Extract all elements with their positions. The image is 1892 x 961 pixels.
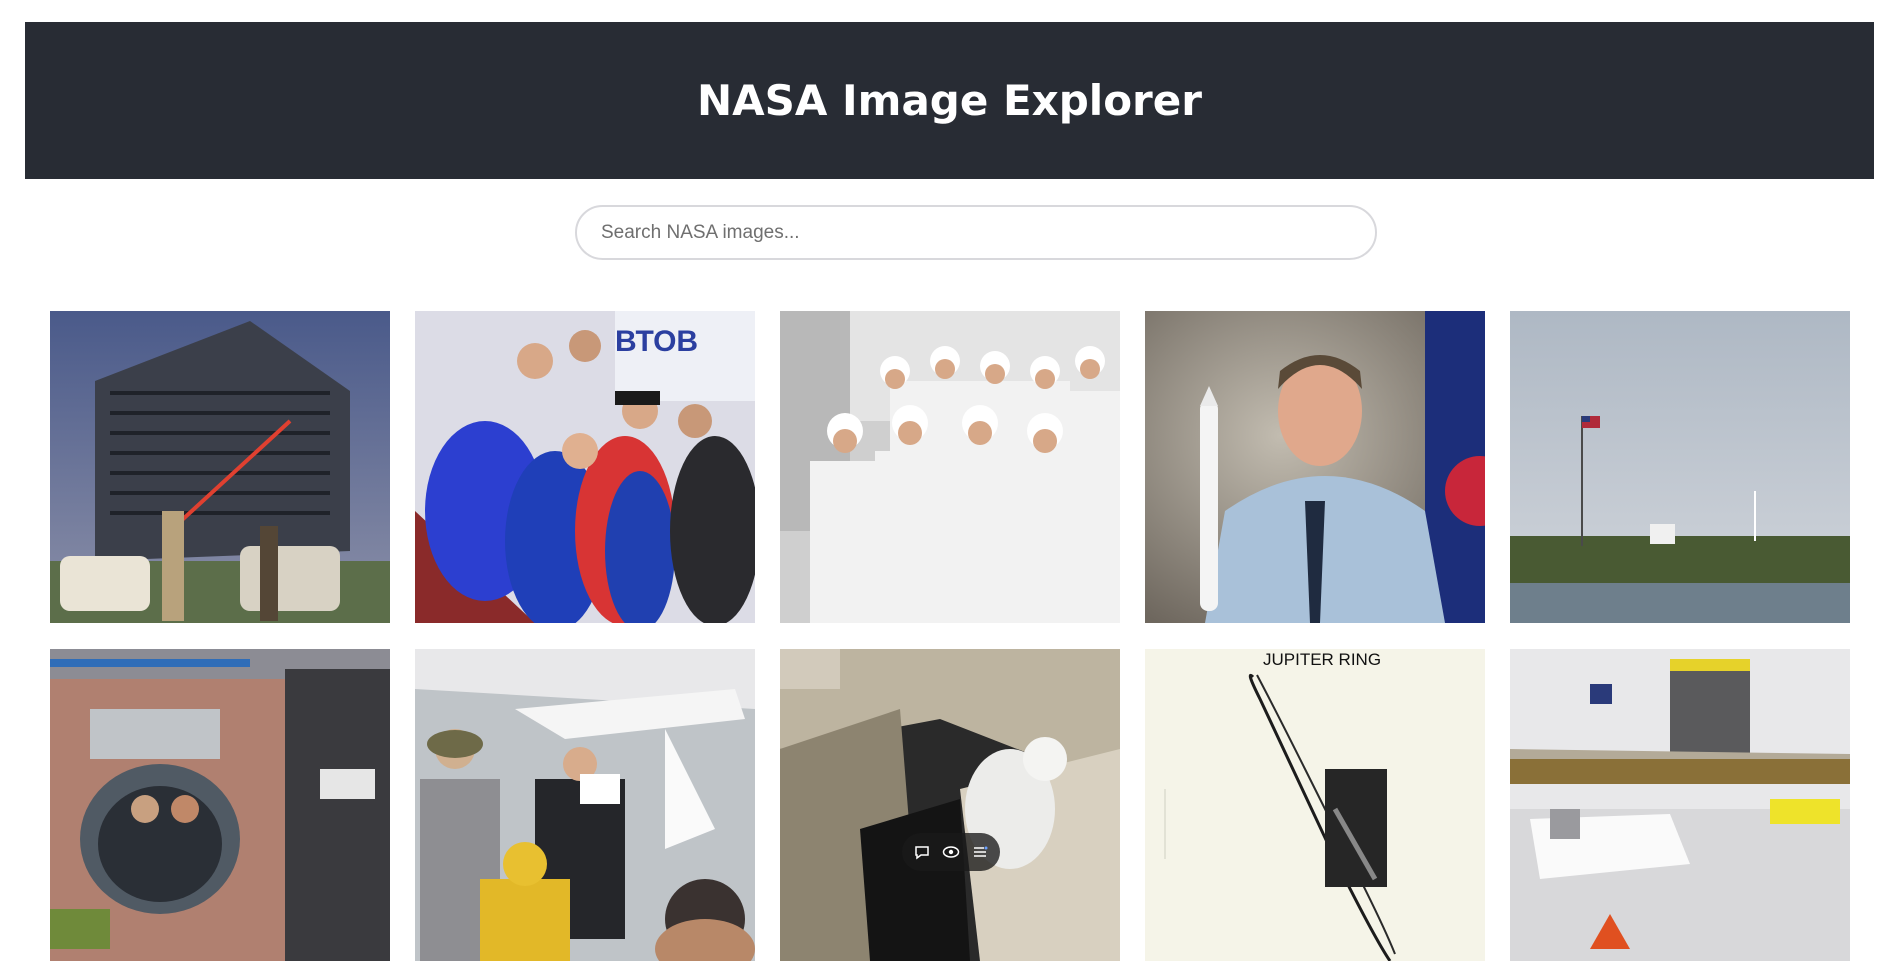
app-header: NASA Image Explorer <box>25 22 1874 179</box>
assembly-facility-photo <box>1510 649 1850 961</box>
image-card[interactable] <box>1510 311 1850 623</box>
jupiter-ring-photo: JUPITER RING <box>1145 649 1485 961</box>
cleanroom-team-photo <box>780 311 1120 623</box>
crew-arrival-photo: ВТОВ <box>415 311 755 623</box>
eye-icon[interactable] <box>942 844 960 860</box>
image-card[interactable]: JUPITER RING <box>1145 649 1485 961</box>
svg-text:ВТОВ: ВТОВ <box>615 325 698 358</box>
space-station-interior-photo <box>50 649 390 961</box>
image-hover-toolbar <box>902 833 1000 871</box>
search-input[interactable] <box>575 205 1377 260</box>
image-card[interactable] <box>415 649 755 961</box>
image-card[interactable] <box>780 649 1120 961</box>
image-card[interactable] <box>50 311 390 623</box>
page-title: NASA Image Explorer <box>697 76 1202 125</box>
image-card[interactable] <box>1510 649 1850 961</box>
image-card[interactable]: ВТОВ <box>415 311 755 623</box>
jupiter-ring-caption: JUPITER RING <box>1263 650 1381 669</box>
image-card[interactable] <box>780 311 1120 623</box>
astronaut-portrait-photo <box>1145 311 1485 623</box>
launch-site-flag-photo <box>1510 311 1850 623</box>
office-building-photo <box>50 311 390 623</box>
spacewalk-photo <box>780 649 1120 961</box>
image-card[interactable] <box>50 649 390 961</box>
comment-icon[interactable] <box>914 844 930 860</box>
image-card[interactable] <box>1145 311 1485 623</box>
list-icon[interactable] <box>972 844 988 860</box>
aircraft-hangar-photo <box>415 649 755 961</box>
